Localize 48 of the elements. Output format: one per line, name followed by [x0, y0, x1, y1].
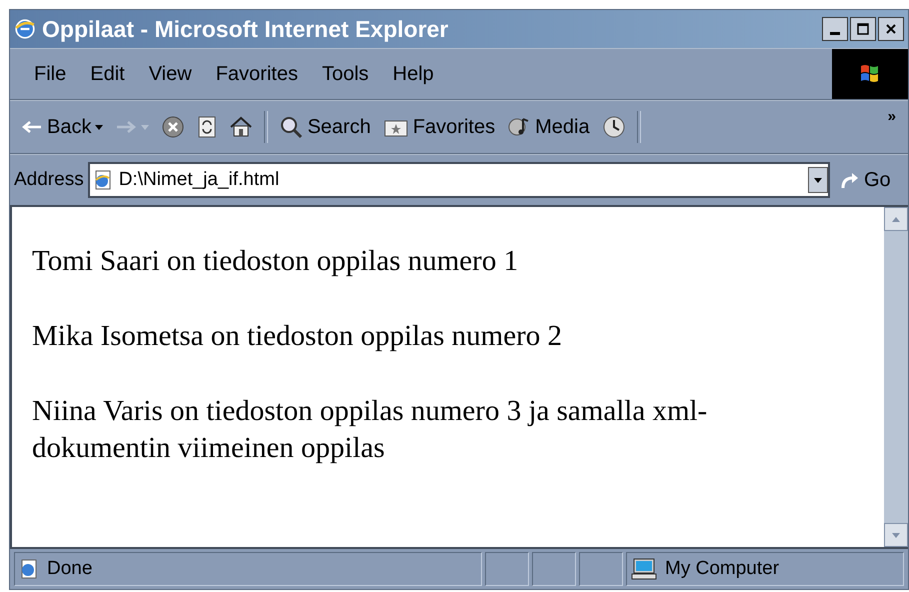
home-icon [229, 115, 254, 139]
maximize-icon [857, 23, 869, 35]
stop-icon [161, 115, 186, 139]
status-pane [532, 552, 576, 586]
menu-item[interactable]: File [24, 58, 76, 90]
go-button[interactable]: Go [834, 168, 904, 192]
address-label: Address [14, 169, 84, 191]
refresh-icon [197, 115, 218, 139]
caret-icon [141, 124, 150, 130]
scrollbar[interactable] [884, 207, 908, 547]
arrow-icon [115, 120, 138, 134]
curved-arrow-icon [840, 170, 860, 190]
more-button[interactable]: » [882, 107, 902, 126]
favorites-button[interactable]: Favorites [378, 112, 500, 142]
browser-icon [14, 18, 36, 40]
caret-icon [95, 124, 104, 130]
address-field[interactable]: D:\Nimet_ja_if.html [88, 162, 830, 198]
menu-item[interactable]: Tools [312, 58, 379, 90]
close-button[interactable] [878, 17, 904, 41]
paragraph: Tomi Saari on tiedoston oppilas numero 1 [32, 244, 520, 279]
status-pane [485, 552, 529, 586]
minimize-icon [830, 32, 840, 34]
close-icon [885, 23, 897, 35]
window-title: Oppilaat - Microsoft Internet Explorer [42, 16, 450, 42]
menu-item[interactable]: Favorites [206, 58, 308, 90]
paragraph: Mika Isometsa on tiedoston oppilas numero 2 [32, 319, 563, 354]
zone-text: My Computer [665, 558, 780, 580]
menu-item[interactable]: View [138, 58, 202, 90]
minimize-button[interactable] [822, 17, 848, 41]
menu-item[interactable]: Help [382, 58, 444, 90]
arrow-icon [21, 120, 43, 134]
page-icon [92, 170, 113, 190]
search-icon [279, 115, 304, 139]
status-text: Done [47, 558, 92, 580]
clock-icon [602, 115, 626, 139]
search-button[interactable]: Search [274, 112, 376, 142]
media-button[interactable]: Media [502, 112, 595, 142]
down-arrow-icon [892, 532, 900, 538]
caret-icon [814, 178, 822, 182]
status-pane [579, 552, 623, 586]
paragraph: Niina Varis on tiedoston oppilas numero 3 ja samalla xml-dokumentin viimeinen oppilas [32, 394, 708, 466]
maximize-button[interactable] [850, 17, 876, 41]
back-button[interactable]: Back [16, 112, 108, 142]
page-icon [19, 559, 39, 579]
computer-icon [631, 558, 657, 580]
dropdown-button[interactable] [808, 167, 828, 193]
up-arrow-icon [892, 216, 900, 222]
menu-item[interactable]: Edit [80, 58, 135, 90]
